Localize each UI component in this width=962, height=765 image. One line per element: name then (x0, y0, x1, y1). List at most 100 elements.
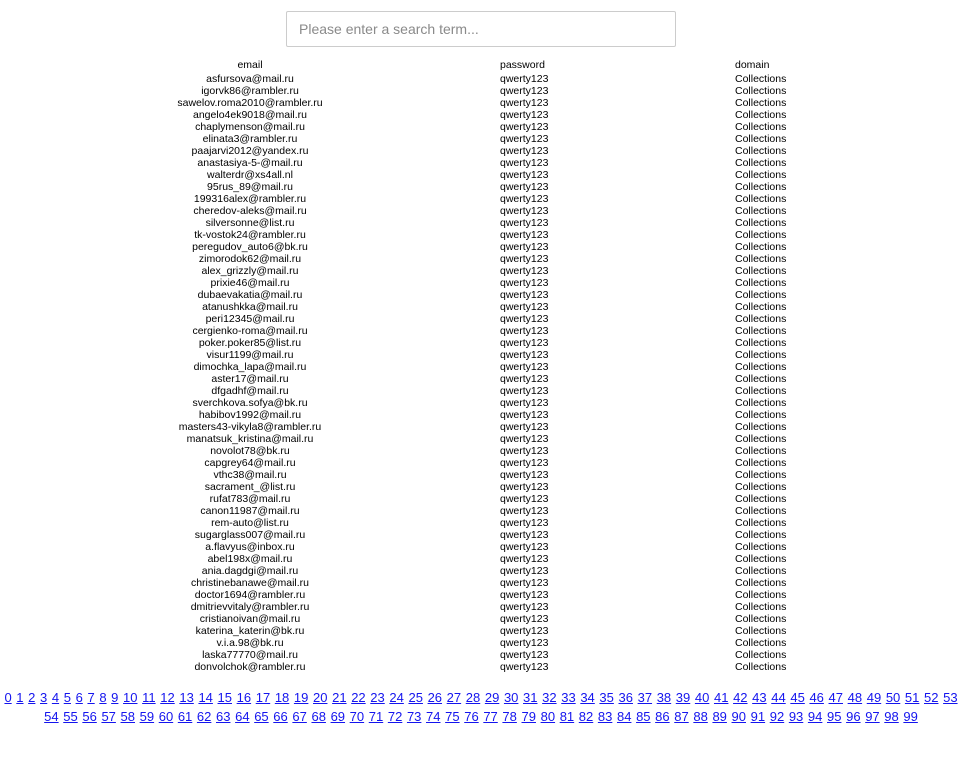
pagination-link-27[interactable]: 27 (447, 690, 461, 705)
pagination-link-8[interactable]: 8 (99, 690, 106, 705)
pagination-link-51[interactable]: 51 (905, 690, 919, 705)
pagination-link-13[interactable]: 13 (179, 690, 193, 705)
pagination-link-83[interactable]: 83 (598, 709, 612, 724)
pagination-link-15[interactable]: 15 (218, 690, 232, 705)
pagination-link-64[interactable]: 64 (235, 709, 249, 724)
pagination-link-24[interactable]: 24 (389, 690, 403, 705)
pagination-link-17[interactable]: 17 (256, 690, 270, 705)
pagination-link-31[interactable]: 31 (523, 690, 537, 705)
pagination-link-58[interactable]: 58 (121, 709, 135, 724)
pagination-link-98[interactable]: 98 (884, 709, 898, 724)
pagination-link-23[interactable]: 23 (370, 690, 384, 705)
pagination-link-84[interactable]: 84 (617, 709, 631, 724)
pagination-link-77[interactable]: 77 (483, 709, 497, 724)
pagination-link-68[interactable]: 68 (311, 709, 325, 724)
pagination-link-19[interactable]: 19 (294, 690, 308, 705)
pagination-link-20[interactable]: 20 (313, 690, 327, 705)
pagination-link-94[interactable]: 94 (808, 709, 822, 724)
pagination-link-38[interactable]: 38 (657, 690, 671, 705)
pagination-link-97[interactable]: 97 (865, 709, 879, 724)
pagination-link-1[interactable]: 1 (16, 690, 23, 705)
pagination-link-69[interactable]: 69 (331, 709, 345, 724)
pagination-link-81[interactable]: 81 (560, 709, 574, 724)
pagination-link-57[interactable]: 57 (101, 709, 115, 724)
pagination-link-36[interactable]: 36 (619, 690, 633, 705)
pagination-link-5[interactable]: 5 (64, 690, 71, 705)
pagination-link-18[interactable]: 18 (275, 690, 289, 705)
pagination-link-62[interactable]: 62 (197, 709, 211, 724)
pagination-link-54[interactable]: 54 (44, 709, 58, 724)
pagination-link-7[interactable]: 7 (87, 690, 94, 705)
pagination-link-66[interactable]: 66 (273, 709, 287, 724)
pagination-link-60[interactable]: 60 (159, 709, 173, 724)
pagination-link-63[interactable]: 63 (216, 709, 230, 724)
pagination-link-88[interactable]: 88 (693, 709, 707, 724)
pagination-link-21[interactable]: 21 (332, 690, 346, 705)
pagination-link-49[interactable]: 49 (867, 690, 881, 705)
pagination-link-59[interactable]: 59 (140, 709, 154, 724)
pagination-link-25[interactable]: 25 (408, 690, 422, 705)
pagination-link-37[interactable]: 37 (638, 690, 652, 705)
pagination-link-72[interactable]: 72 (388, 709, 402, 724)
pagination-link-85[interactable]: 85 (636, 709, 650, 724)
pagination-link-16[interactable]: 16 (237, 690, 251, 705)
pagination-link-76[interactable]: 76 (464, 709, 478, 724)
pagination-link-70[interactable]: 70 (350, 709, 364, 724)
pagination-link-22[interactable]: 22 (351, 690, 365, 705)
pagination-link-26[interactable]: 26 (428, 690, 442, 705)
pagination-link-82[interactable]: 82 (579, 709, 593, 724)
pagination-link-12[interactable]: 12 (160, 690, 174, 705)
pagination-link-33[interactable]: 33 (561, 690, 575, 705)
pagination-link-9[interactable]: 9 (111, 690, 118, 705)
pagination-link-0[interactable]: 0 (4, 690, 11, 705)
pagination-link-28[interactable]: 28 (466, 690, 480, 705)
pagination-link-86[interactable]: 86 (655, 709, 669, 724)
pagination-link-73[interactable]: 73 (407, 709, 421, 724)
pagination-link-40[interactable]: 40 (695, 690, 709, 705)
pagination-link-75[interactable]: 75 (445, 709, 459, 724)
pagination-link-90[interactable]: 90 (732, 709, 746, 724)
pagination-link-48[interactable]: 48 (848, 690, 862, 705)
pagination-link-92[interactable]: 92 (770, 709, 784, 724)
pagination-link-56[interactable]: 56 (82, 709, 96, 724)
pagination-link-87[interactable]: 87 (674, 709, 688, 724)
pagination-link-93[interactable]: 93 (789, 709, 803, 724)
pagination-link-11[interactable]: 11 (142, 690, 156, 705)
pagination-link-65[interactable]: 65 (254, 709, 268, 724)
pagination-link-80[interactable]: 80 (541, 709, 555, 724)
pagination-link-50[interactable]: 50 (886, 690, 900, 705)
pagination-link-4[interactable]: 4 (52, 690, 59, 705)
pagination-link-35[interactable]: 35 (599, 690, 613, 705)
pagination-link-34[interactable]: 34 (580, 690, 594, 705)
pagination-link-52[interactable]: 52 (924, 690, 938, 705)
pagination-link-78[interactable]: 78 (502, 709, 516, 724)
pagination-link-45[interactable]: 45 (790, 690, 804, 705)
search-input[interactable] (286, 11, 676, 47)
pagination-link-14[interactable]: 14 (198, 690, 212, 705)
pagination-link-53[interactable]: 53 (943, 690, 957, 705)
pagination-link-30[interactable]: 30 (504, 690, 518, 705)
pagination-link-29[interactable]: 29 (485, 690, 499, 705)
pagination-link-67[interactable]: 67 (292, 709, 306, 724)
pagination-link-61[interactable]: 61 (178, 709, 192, 724)
pagination-link-89[interactable]: 89 (712, 709, 726, 724)
pagination-link-74[interactable]: 74 (426, 709, 440, 724)
pagination-link-41[interactable]: 41 (714, 690, 728, 705)
pagination-link-10[interactable]: 10 (123, 690, 137, 705)
pagination-link-96[interactable]: 96 (846, 709, 860, 724)
pagination-link-32[interactable]: 32 (542, 690, 556, 705)
pagination-link-91[interactable]: 91 (751, 709, 765, 724)
pagination-link-71[interactable]: 71 (369, 709, 383, 724)
pagination-link-79[interactable]: 79 (522, 709, 536, 724)
pagination-link-6[interactable]: 6 (76, 690, 83, 705)
pagination-link-3[interactable]: 3 (40, 690, 47, 705)
pagination-link-44[interactable]: 44 (771, 690, 785, 705)
pagination-link-43[interactable]: 43 (752, 690, 766, 705)
pagination-link-47[interactable]: 47 (829, 690, 843, 705)
pagination-link-46[interactable]: 46 (809, 690, 823, 705)
pagination-link-39[interactable]: 39 (676, 690, 690, 705)
pagination-link-2[interactable]: 2 (28, 690, 35, 705)
pagination-link-95[interactable]: 95 (827, 709, 841, 724)
pagination-link-99[interactable]: 99 (903, 709, 917, 724)
pagination-link-42[interactable]: 42 (733, 690, 747, 705)
